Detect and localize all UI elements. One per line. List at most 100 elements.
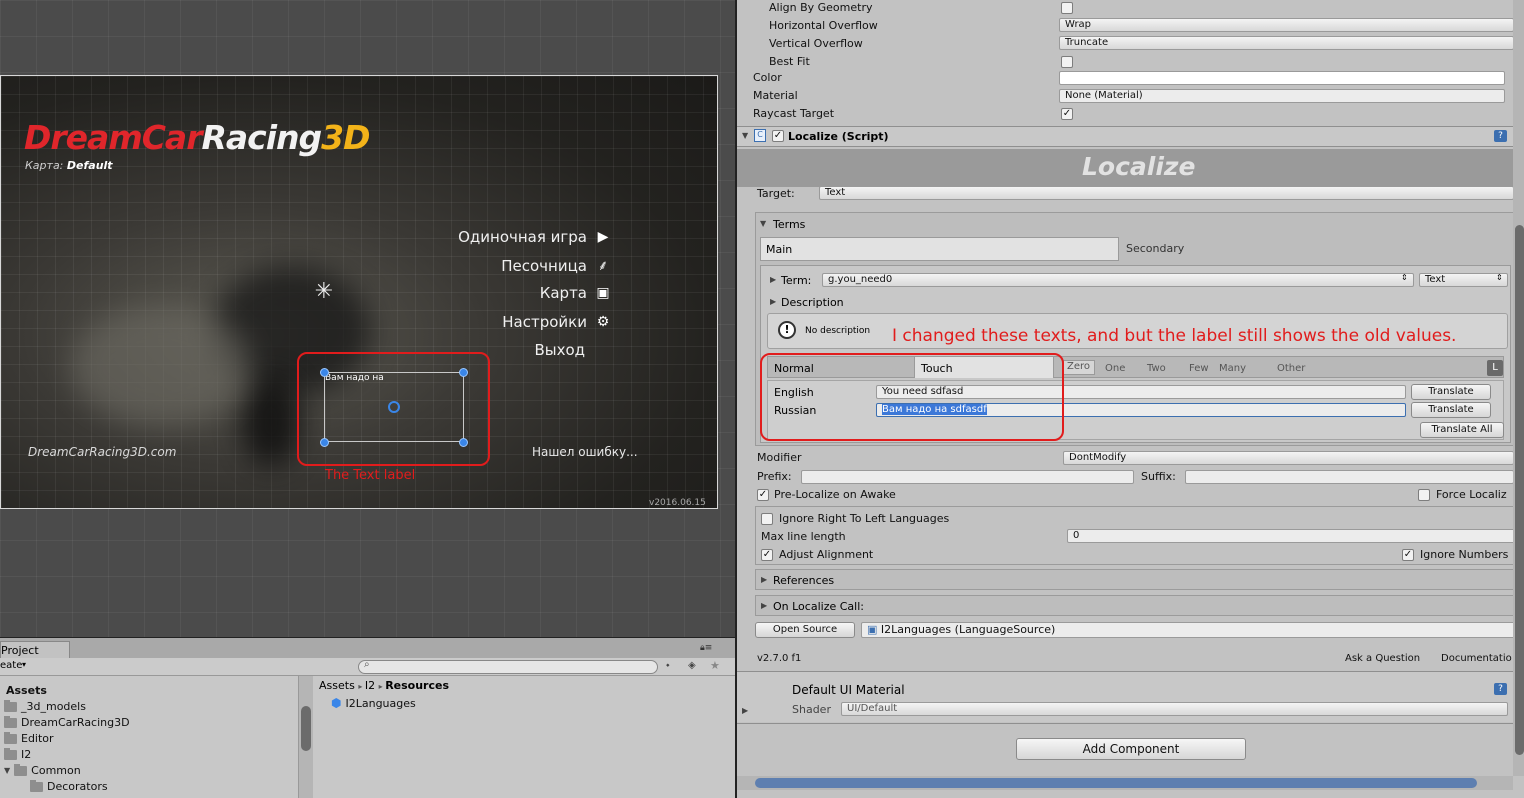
report-bug-link[interactable]: Нашел ошибку...	[532, 445, 638, 459]
lock-icon[interactable]: 🔒︎≡	[700, 643, 712, 653]
best-fit-checkbox[interactable]	[1061, 56, 1073, 68]
label-color: Color	[753, 71, 782, 84]
horizontal-overflow-dropdown[interactable]: Wrap	[1059, 18, 1514, 32]
modifier-dropdown[interactable]: DontModify	[1063, 451, 1514, 465]
no-description-text: No description	[805, 326, 871, 336]
translate-all-button[interactable]: Translate All	[1420, 422, 1504, 438]
ask-question-link[interactable]: Ask a Question	[1345, 653, 1420, 664]
plural-tab-few[interactable]: Few	[1189, 363, 1209, 374]
folder-icon	[4, 699, 17, 712]
shader-dropdown[interactable]: UI/Default	[841, 702, 1508, 716]
foldout-arrow-icon[interactable]: ▶	[761, 601, 767, 610]
suffix-input[interactable]	[1185, 470, 1514, 484]
move-gizmo-icon[interactable]: ✳	[313, 281, 335, 303]
align-by-geometry-checkbox[interactable]	[1061, 2, 1073, 14]
annotation-box-text-label	[297, 352, 490, 466]
scrollbar-thumb[interactable]	[755, 778, 1477, 788]
max-line-length-input[interactable]: 0	[1067, 529, 1515, 543]
plural-tab-many[interactable]: Many	[1219, 363, 1246, 374]
breadcrumb-assets[interactable]: Assets	[319, 679, 355, 692]
tree-item-decorators[interactable]: Decorators	[30, 779, 108, 793]
add-component-button[interactable]: Add Component	[1016, 738, 1246, 760]
tree-label: Assets	[6, 684, 47, 697]
favorite-star-icon[interactable]: ★	[710, 659, 720, 672]
filter-label-icon[interactable]: ◈	[688, 660, 696, 671]
open-source-button[interactable]: Open Source	[755, 622, 855, 638]
breadcrumb-resources[interactable]: Resources	[385, 679, 449, 692]
plural-tab-zero[interactable]: Zero	[1063, 360, 1095, 375]
tab-main[interactable]: Main	[760, 237, 1119, 261]
scrollbar-thumb[interactable]	[1515, 225, 1524, 755]
project-tree-scrollbar[interactable]	[299, 676, 313, 798]
pre-localize-checkbox[interactable]: ✓	[757, 489, 769, 501]
language-source-field[interactable]: ▣ I2Languages (LanguageSource)	[861, 622, 1515, 638]
website-link[interactable]: DreamCarRacing3D.com	[28, 445, 176, 459]
tree-item-i2[interactable]: I2	[4, 747, 31, 761]
translate-english-button[interactable]: Translate	[1411, 384, 1491, 400]
target-dropdown[interactable]: Text	[819, 186, 1514, 200]
material-field[interactable]: None (Material)	[1059, 89, 1505, 103]
inspector-scrollbar-v[interactable]	[1513, 0, 1524, 776]
prefix-input[interactable]	[801, 470, 1134, 484]
asset-i2languages[interactable]: ⬢ I2Languages	[331, 696, 416, 710]
menu-single-game[interactable]: Одиночная игра ▶	[458, 228, 611, 246]
color-field[interactable]	[1059, 71, 1505, 85]
plural-tab-two[interactable]: Two	[1147, 363, 1166, 374]
dust-cloud	[71, 306, 251, 426]
label-ignore-rtl: Ignore Right To Left Languages	[779, 512, 950, 525]
l-button[interactable]: L	[1487, 360, 1503, 376]
folder-icon	[14, 763, 28, 776]
inspector-scrollbar-h[interactable]	[737, 776, 1513, 790]
tree-item-assets[interactable]: Assets	[6, 684, 47, 697]
description-foldout-icon[interactable]: ▶	[770, 297, 776, 306]
force-localize-checkbox[interactable]	[1418, 489, 1430, 501]
scrollbar-thumb[interactable]	[301, 706, 311, 751]
foldout-arrow-icon[interactable]: ▶	[742, 706, 748, 715]
search-icon: ⌕	[364, 659, 370, 670]
create-dropdown[interactable]: eate	[0, 660, 22, 671]
documentation-link[interactable]: Documentatio	[1441, 653, 1512, 664]
on-localize-call-section[interactable]: ▶ On Localize Call:	[755, 595, 1515, 616]
logo-3d: 3D	[321, 118, 370, 157]
localize-enabled-checkbox[interactable]: ✓	[772, 130, 784, 142]
foldout-arrow-icon[interactable]: ▼	[742, 131, 748, 140]
image-icon: ▣	[596, 285, 610, 301]
tree-item-3d-models[interactable]: _3d_models	[4, 699, 86, 713]
menu-settings[interactable]: Настройки ⚙	[502, 313, 611, 331]
help-icon[interactable]: ?	[1494, 130, 1507, 142]
help-icon[interactable]: ?	[1494, 683, 1507, 695]
expand-arrow-icon[interactable]: ▼	[4, 766, 10, 775]
tab-secondary[interactable]: Secondary	[1126, 242, 1184, 255]
raycast-target-checkbox[interactable]: ✓	[1061, 108, 1073, 120]
plural-tab-one[interactable]: One	[1105, 363, 1125, 374]
localize-component-header[interactable]: ▼ C ✓ Localize (Script) ?	[737, 127, 1524, 147]
filter-type-icon[interactable]: ⬩	[666, 660, 670, 671]
adjust-alignment-checkbox[interactable]: ✓	[761, 549, 773, 561]
scene-view[interactable]: DreamCarRacing3D Карта: Default Одиночна…	[0, 0, 735, 637]
folder-icon	[4, 731, 17, 744]
label-prefix: Prefix:	[757, 470, 792, 483]
foldout-arrow-icon[interactable]: ▼	[760, 219, 766, 228]
label-shader: Shader	[792, 703, 831, 716]
tab-project[interactable]: Project	[0, 641, 70, 658]
cube-icon: ⬢	[331, 696, 342, 710]
breadcrumb-i2[interactable]: I2	[365, 679, 375, 692]
vertical-overflow-dropdown[interactable]: Truncate	[1059, 36, 1514, 50]
tree-item-common[interactable]: ▼ Common	[4, 763, 81, 777]
ignore-rtl-checkbox[interactable]	[761, 513, 773, 525]
tree-item-editor[interactable]: Editor	[4, 731, 54, 745]
references-section[interactable]: ▶ References	[755, 569, 1515, 590]
translate-russian-button[interactable]: Translate	[1411, 402, 1491, 418]
broom-icon: ⸙	[597, 258, 609, 274]
menu-exit[interactable]: Выход	[534, 341, 585, 359]
menu-sandbox[interactable]: Песочница ⸙	[501, 256, 611, 275]
term-type-dropdown[interactable]: Text	[1419, 273, 1508, 287]
foldout-arrow-icon[interactable]: ▶	[761, 575, 767, 584]
tree-item-dreamcarracing3d[interactable]: DreamCarRacing3D	[4, 715, 130, 729]
term-dropdown[interactable]: g.you_need0	[822, 273, 1414, 287]
ignore-numbers-checkbox[interactable]: ✓	[1402, 549, 1414, 561]
plural-tab-other[interactable]: Other	[1277, 363, 1305, 374]
term-foldout-icon[interactable]: ▶	[770, 275, 776, 284]
menu-map[interactable]: Карта ▣	[540, 284, 611, 302]
search-input[interactable]: ⌕	[358, 659, 658, 674]
